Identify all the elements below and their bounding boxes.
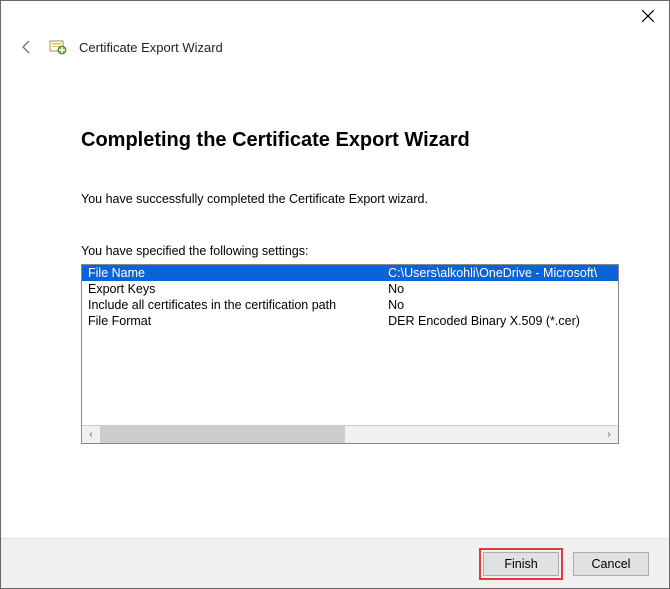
button-bar: Finish Cancel [1, 538, 669, 588]
horizontal-scrollbar[interactable]: ‹ › [82, 425, 618, 443]
success-message: You have successfully completed the Cert… [81, 192, 619, 206]
settings-row[interactable]: File Name C:\Users\alkohli\OneDrive - Mi… [82, 265, 618, 281]
row-value: No [382, 297, 618, 313]
close-icon[interactable] [639, 7, 657, 25]
settings-row[interactable]: Include all certificates in the certific… [82, 297, 618, 313]
scroll-track[interactable] [100, 426, 600, 443]
row-value: No [382, 281, 618, 297]
wizard-window: Certificate Export Wizard Completing the… [0, 0, 670, 589]
settings-list: File Name C:\Users\alkohli\OneDrive - Mi… [81, 264, 619, 444]
settings-row[interactable]: Export Keys No [82, 281, 618, 297]
finish-highlight: Finish [479, 548, 563, 580]
certificate-wizard-icon [49, 38, 67, 56]
row-value: DER Encoded Binary X.509 (*.cer) [382, 313, 618, 329]
scroll-thumb[interactable] [100, 426, 345, 443]
cancel-button[interactable]: Cancel [573, 552, 649, 576]
settings-scroll-area[interactable]: File Name C:\Users\alkohli\OneDrive - Mi… [82, 265, 618, 425]
row-label: File Name [82, 265, 382, 281]
finish-button[interactable]: Finish [483, 552, 559, 576]
wizard-header: Certificate Export Wizard [1, 33, 669, 65]
wizard-title: Certificate Export Wizard [79, 40, 223, 55]
page-heading: Completing the Certificate Export Wizard [81, 129, 619, 152]
scroll-left-icon[interactable]: ‹ [82, 426, 100, 443]
titlebar [1, 1, 669, 33]
settings-row[interactable]: File Format DER Encoded Binary X.509 (*.… [82, 313, 618, 329]
row-label: Export Keys [82, 281, 382, 297]
settings-label: You have specified the following setting… [81, 244, 619, 258]
scroll-right-icon[interactable]: › [600, 426, 618, 443]
back-arrow-icon[interactable] [17, 37, 37, 57]
settings-table: File Name C:\Users\alkohli\OneDrive - Mi… [82, 265, 618, 329]
row-label: Include all certificates in the certific… [82, 297, 382, 313]
wizard-content: Completing the Certificate Export Wizard… [1, 65, 669, 538]
row-value: C:\Users\alkohli\OneDrive - Microsoft\ [382, 265, 618, 281]
row-label: File Format [82, 313, 382, 329]
